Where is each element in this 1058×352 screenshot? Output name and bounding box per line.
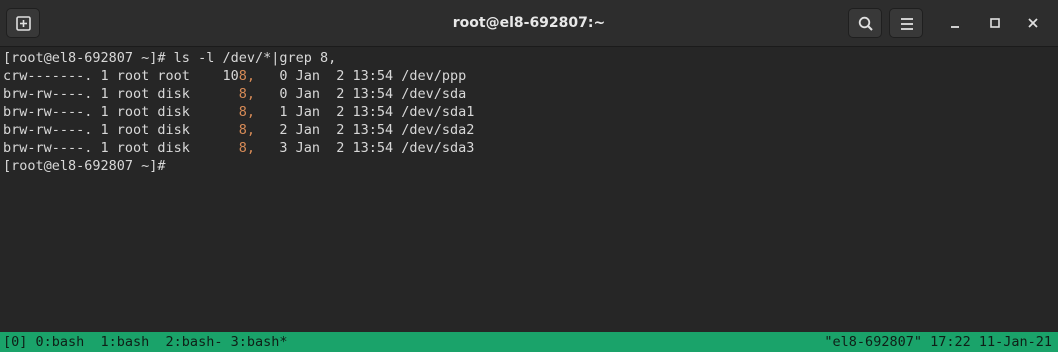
row-rest: 1 Jan 2 13:54 /dev/sda1 [254,104,475,120]
close-icon [1028,18,1038,28]
grep-match: 8, [238,122,255,138]
output-row: crw-------. 1 root root 108, 0 Jan 2 13:… [3,67,466,85]
maximize-icon [990,18,1000,28]
maximize-button[interactable] [982,10,1008,36]
terminal-window: root@el8-692807:~ [root@el8-692807 ~]# l… [0,0,1058,352]
search-button[interactable] [848,8,882,38]
tmux-status-right: "el8-692807" 17:22 11-Jan-21 [824,334,1052,350]
grep-match: 8, [238,68,255,84]
output-row: brw-rw----. 1 root disk 8, 2 Jan 2 13:54… [3,121,474,139]
tmux-window-list[interactable]: [0] 0:bash 1:bash 2:bash- 3:bash* [3,332,287,352]
grep-match: 8, [238,104,255,120]
output-row: brw-rw----. 1 root disk 8, 0 Jan 2 13:54… [3,85,466,103]
row-rest: 0 Jan 2 13:54 /dev/ppp [254,68,467,84]
title-bar: root@el8-692807:~ [0,0,1058,47]
hamburger-menu-icon [901,18,913,30]
minimize-icon [951,26,959,28]
close-button[interactable] [1020,10,1046,36]
minimize-button[interactable] [942,10,968,36]
row-rest: 2 Jan 2 13:54 /dev/sda2 [254,122,475,138]
terminal-output[interactable]: [root@el8-692807 ~]# ls -l /dev/*|grep 8… [0,47,1058,332]
grep-match: 8, [238,140,255,156]
grep-match: 8, [238,86,255,102]
row-prefix: brw-rw----. 1 root disk [3,122,239,138]
row-rest: 0 Jan 2 13:54 /dev/sda [254,86,467,102]
search-icon [858,16,873,31]
row-rest: 3 Jan 2 13:54 /dev/sda3 [254,140,475,156]
row-prefix: crw-------. 1 root root 10 [3,68,239,84]
row-prefix: brw-rw----. 1 root disk [3,140,239,156]
tmux-status-bar: [0] 0:bash 1:bash 2:bash- 3:bash* "el8-6… [0,332,1058,352]
command-line: [root@el8-692807 ~]# ls -l /dev/*|grep 8… [3,50,337,66]
menu-button[interactable] [889,8,923,38]
output-row: brw-rw----. 1 root disk 8, 1 Jan 2 13:54… [3,103,474,121]
shell-prompt: [root@el8-692807 ~]# [3,158,166,174]
output-row: brw-rw----. 1 root disk 8, 3 Jan 2 13:54… [3,139,474,157]
row-prefix: brw-rw----. 1 root disk [3,104,239,120]
row-prefix: brw-rw----. 1 root disk [3,86,239,102]
